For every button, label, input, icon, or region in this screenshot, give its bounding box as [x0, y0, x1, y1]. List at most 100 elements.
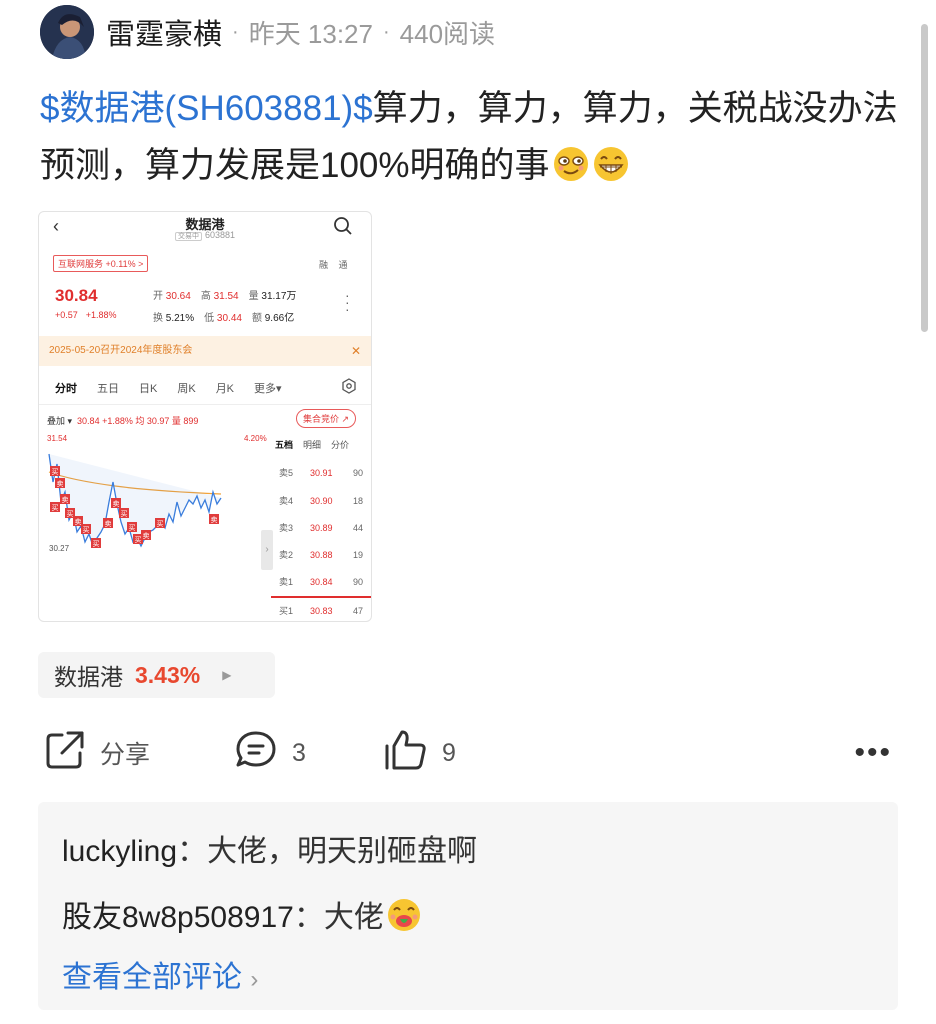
level-name: 卖5 [279, 468, 294, 478]
level-name: 买1 [279, 606, 294, 616]
panel-handle: › [261, 530, 273, 570]
level-price: 30.91 [310, 468, 333, 478]
tab-daily-k: 日K [139, 383, 158, 395]
more-horizontal-icon[interactable]: ••• [854, 736, 892, 770]
comment-user[interactable]: 股友8w8p508917 [62, 901, 294, 934]
level-price: 30.90 [310, 496, 333, 506]
tab-weekly-k: 周K [177, 383, 196, 395]
low-value: 30.44 [216, 313, 242, 324]
comment-user[interactable]: luckyling [62, 835, 177, 868]
share-button[interactable]: 分享 [44, 728, 150, 778]
trade-mark-buy: 买 [83, 526, 90, 534]
volume-label: 量 [248, 291, 259, 302]
level-volume: 19 [352, 550, 363, 560]
trade-mark-buy: 买 [93, 540, 100, 548]
like-button[interactable]: 9 [382, 728, 456, 778]
trade-mark-buy: 买 [121, 510, 128, 518]
low-label: 低 [204, 313, 215, 324]
tab-monthly-k: 月K [215, 383, 235, 395]
quote-grid: 开 30.64 高 31.54 量 31.17万 换 5.21% 低 30.44 额 9… [153, 286, 306, 330]
orderbook-row: 卖3 30.89 44 [275, 515, 367, 541]
author-name[interactable]: 雷霆豪横 [106, 11, 222, 53]
trade-mark-sell: 卖 [75, 518, 82, 526]
comment-icon [234, 729, 292, 778]
read-count: 440阅读 [399, 18, 496, 49]
level-volume: 90 [352, 468, 363, 478]
orderbook-row: 卖2 30.88 19 [275, 542, 367, 568]
stock-code: 603881 [204, 230, 236, 240]
close-icon: ✕ [350, 344, 361, 358]
trade-mark-sell: 卖 [211, 516, 218, 524]
auction-button: 集合竞价 ↗ [296, 409, 357, 428]
comments-panel: luckyling：大佬，明天别砸盘啊 股友8w8p508917：大佬 查看全部… [38, 802, 898, 1010]
comment-item: 股友8w8p508917：大佬 [62, 892, 422, 941]
thumbs-up-icon [382, 728, 442, 779]
post-time: 昨天 13:27 [248, 18, 373, 49]
orderbook-tabs: 五档 明细 分价 [275, 438, 359, 451]
level-price: 30.84 [310, 577, 333, 587]
stock-screenshot[interactable]: ‹ 数据港 交易中 603881 互联网服务 +0.11% > 融 通 30.84… [38, 211, 372, 622]
meta-separator: · [232, 20, 239, 43]
volume-value: 31.17万 [261, 291, 297, 302]
smirk-emoji-icon [552, 143, 590, 200]
turnover-label: 换 [153, 313, 163, 324]
comment-text: 大佬，明天别砸盘啊 [207, 835, 478, 868]
scrollbar[interactable] [921, 24, 928, 332]
comment-text: 大佬 [323, 901, 384, 934]
intraday-chart: 买卖买卖 买卖买买 卖卖买买 买卖买卖 [48, 453, 222, 548]
like-count: 9 [442, 738, 456, 767]
sector-tag: 互联网服务 +0.11% > [53, 255, 149, 272]
tab-intraday: 分时 [55, 383, 77, 395]
stock-chip[interactable]: 数据港 3.43% ▶ [38, 652, 275, 698]
open-label: 开 [153, 291, 163, 302]
trade-mark-buy: 买 [52, 468, 59, 476]
trade-mark-sell: 卖 [105, 520, 112, 528]
notice-text: 2025-05-20召开2024年度股东会 [49, 345, 193, 356]
drooling-emoji-icon [386, 897, 422, 941]
settings-icon [341, 378, 357, 397]
chip-stock-name: 数据港 [54, 664, 123, 690]
divider [39, 404, 371, 405]
notice-banner: 2025-05-20召开2024年度股东会 ✕ [39, 336, 371, 366]
level-name: 卖3 [279, 523, 294, 533]
chart-pct-label: 4.20% [244, 434, 267, 443]
comment-separator: ： [177, 835, 208, 868]
trade-mark-buy: 买 [67, 510, 74, 518]
level-price: 30.83 [310, 606, 333, 616]
comment-count: 3 [292, 738, 306, 767]
level-name: 卖2 [279, 550, 294, 560]
action-bar: 分享 3 9 ••• [40, 728, 892, 778]
avatar[interactable] [40, 5, 94, 59]
price-change: +0.57 +1.88% [55, 310, 125, 320]
comment-button[interactable]: 3 [234, 728, 306, 778]
trade-mark-sell: 卖 [62, 496, 69, 504]
view-all-comments-link[interactable]: 查看全部评论 › [62, 952, 258, 996]
orderbook-row: 卖5 30.91 90 [275, 460, 367, 486]
trade-mark-buy: 买 [129, 524, 136, 532]
trade-mark-buy: 买 [135, 536, 142, 544]
post-body: $数据港(SH603881)$算力，算力，算力，关税战没办法预测，算力发展是10… [40, 80, 900, 200]
tab-price-split: 分价 [331, 440, 350, 450]
overlay-label: 叠加 ▾ [47, 416, 73, 426]
search-icon [333, 216, 353, 239]
high-label: 高 [200, 291, 211, 302]
stock-link[interactable]: $数据港(SH603881)$ [40, 89, 373, 128]
current-price: 30.84 [55, 286, 98, 305]
comment-separator: ： [293, 901, 324, 934]
amount-value: 9.66亿 [264, 313, 295, 324]
change-value: +0.57 [55, 310, 78, 320]
orderbook-row: 买1 30.83 47 [275, 598, 367, 621]
level-name: 卖1 [279, 577, 294, 587]
trade-mark-sell: 卖 [143, 532, 150, 540]
high-value: 31.54 [213, 291, 239, 302]
level-volume: 44 [352, 523, 363, 533]
screenshot-subtitle: 交易中 603881 [39, 230, 371, 241]
trade-mark-buy: 买 [52, 504, 59, 512]
chevron-right-icon: › [250, 966, 259, 993]
tab-five-levels: 五档 [275, 440, 294, 450]
tab-details: 明细 [303, 440, 322, 450]
play-arrow-icon: ▶ [222, 668, 232, 682]
grin-emoji-icon [592, 143, 630, 200]
margin-label: 融 通 [319, 260, 352, 270]
turnover-value: 5.21% [165, 313, 195, 324]
